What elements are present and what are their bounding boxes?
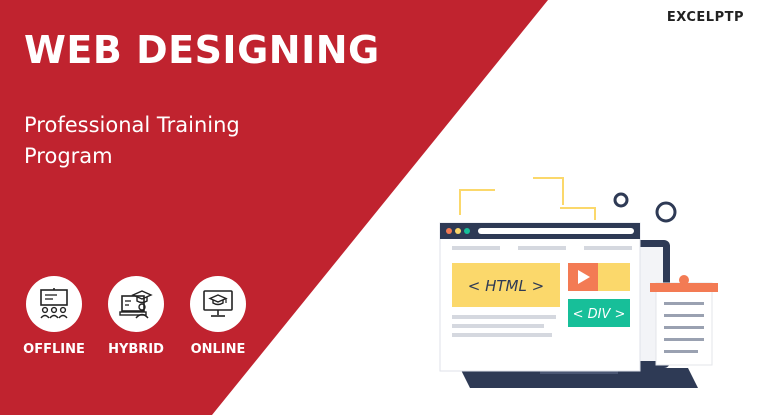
training-modes: OFFLINE HYBRID ONLINE xyxy=(14,276,264,357)
mode-online-label: ONLINE xyxy=(190,342,246,357)
mode-offline-label: OFFLINE xyxy=(23,342,85,357)
computer-graduate-icon xyxy=(119,290,153,319)
document-page xyxy=(650,275,718,366)
mode-hybrid: HYBRID xyxy=(96,276,176,357)
monitor-graduation-cap-icon xyxy=(203,290,233,317)
html-tag-text: < HTML > xyxy=(468,277,544,295)
browser-window: < HTML > < DIV > xyxy=(439,222,641,372)
mode-online-badge xyxy=(190,276,246,332)
mode-offline-badge xyxy=(26,276,82,332)
promo-banner: EXCELPTP WEB DESIGNING Professional Trai… xyxy=(0,0,768,415)
decorative-ring-small xyxy=(613,192,629,208)
mode-hybrid-badge xyxy=(108,276,164,332)
page-subtitle: Professional Training Program xyxy=(24,113,240,168)
classroom-icon xyxy=(40,288,68,319)
brand-logo-text: EXCELPTP xyxy=(666,10,744,25)
mode-online: ONLINE xyxy=(178,276,258,357)
mode-offline: OFFLINE xyxy=(14,276,94,357)
laptop-web-design-illustration: < HTML > < DIV > xyxy=(439,177,718,388)
yellow-frame-accents xyxy=(459,177,596,220)
page-title: WEB DESIGNING xyxy=(24,28,380,72)
mode-hybrid-label: HYBRID xyxy=(108,342,164,357)
div-tag-text: < DIV > xyxy=(573,307,626,322)
decorative-ring-large xyxy=(655,201,677,223)
